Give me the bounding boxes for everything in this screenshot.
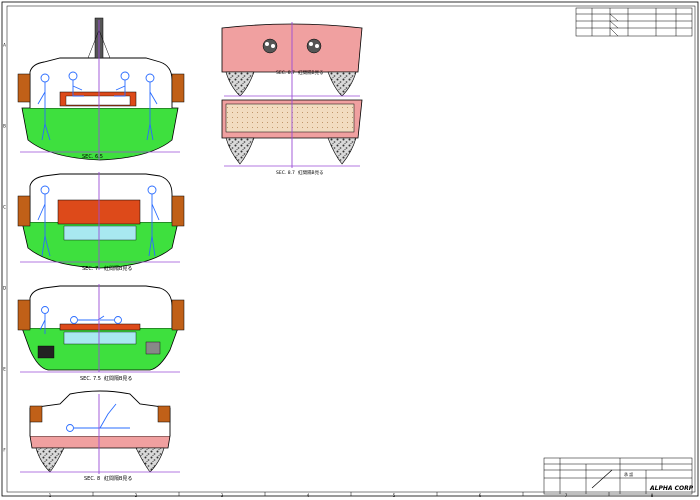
- zone-number: 4: [307, 493, 310, 498]
- keel-left: [35, 447, 65, 473]
- section-8-7-lower-drawing: SEC. 8.7 紅間隔B見る: [221, 98, 363, 176]
- section-sublabel: 紅間隔B見る: [104, 475, 132, 482]
- top-zone-marks: 12345678: [49, 492, 654, 498]
- section-sublabel: 紅間隔B見る: [298, 69, 324, 76]
- hull-pink: [29, 435, 171, 449]
- bulkhead-right: [171, 299, 185, 331]
- section-8-7-upper-drawing: SEC. 8.7 紅間隔B見る: [221, 22, 363, 98]
- zone-letter: D: [3, 286, 6, 291]
- section-sublabel: 紅間隔B見る: [298, 169, 324, 176]
- keel-left: [225, 71, 255, 97]
- pipe-bundle-left: [262, 38, 278, 54]
- company-logo-text: ALPHA CORP: [649, 485, 694, 492]
- bulkhead-left: [29, 405, 43, 423]
- section-label: SEC. 7: [82, 266, 98, 272]
- deck-orange: [59, 323, 141, 331]
- section-label: SEC. 6.5: [82, 154, 103, 160]
- pipe-bundle-right: [306, 38, 322, 54]
- section-label: SEC. 8.7: [276, 70, 295, 76]
- bulkhead-left: [17, 299, 31, 331]
- engine-right: [145, 341, 161, 355]
- section-7-5-drawing: SEC. 7.5 紅間隔B見る: [17, 284, 185, 382]
- foam-fill: [225, 103, 355, 133]
- section-8-drawing: SEC. 8 紅間隔B見る: [20, 390, 180, 482]
- water-tank: [63, 225, 137, 241]
- section-6-5-drawing: SEC. 6.5: [17, 17, 185, 161]
- keel-right: [135, 447, 165, 473]
- revision-block: [575, 7, 693, 37]
- title-block-small-label: 承 認: [624, 471, 633, 477]
- cabin-outline: [29, 390, 171, 436]
- keel-right: [327, 137, 357, 165]
- zone-number: 1: [49, 493, 52, 498]
- bulkhead-left: [17, 195, 31, 227]
- keel-left: [225, 137, 255, 165]
- zone-letter: C: [3, 205, 6, 210]
- engine-left: [37, 345, 55, 359]
- zone-letter: F: [3, 448, 6, 453]
- cabin-outline: [29, 285, 173, 328]
- keel-right: [327, 71, 357, 97]
- zone-number: 5: [393, 493, 396, 498]
- section-sublabel: 紅間隔B見る: [104, 375, 132, 382]
- drawing-sheet: 12345678 ABCDEF SEC. 6.5 SEC. 7 紅間隔B見る S…: [1, 1, 699, 498]
- section-7-drawing: SEC. 7 紅間隔B見る: [17, 172, 185, 272]
- section-sublabel: 紅間隔B見る: [104, 265, 132, 272]
- zone-letter: A: [3, 43, 6, 48]
- bulkhead-right: [157, 405, 171, 423]
- section-label: SEC. 8.7: [276, 170, 295, 176]
- deck-inner: [65, 95, 131, 106]
- bulkhead-left: [17, 73, 31, 103]
- zone-letter: E: [3, 367, 6, 372]
- zone-number: 2: [135, 493, 138, 498]
- section-label: SEC. 7.5: [80, 376, 101, 382]
- side-zone-marks: A B C D E F: [3, 43, 6, 453]
- water-tank: [63, 331, 137, 345]
- bulkhead-right: [171, 195, 185, 227]
- zone-number: 3: [221, 493, 224, 498]
- zone-number: 6: [479, 493, 482, 498]
- section-label: SEC. 8: [84, 476, 100, 482]
- bulkhead-right: [171, 73, 185, 103]
- zone-letter: B: [3, 124, 6, 129]
